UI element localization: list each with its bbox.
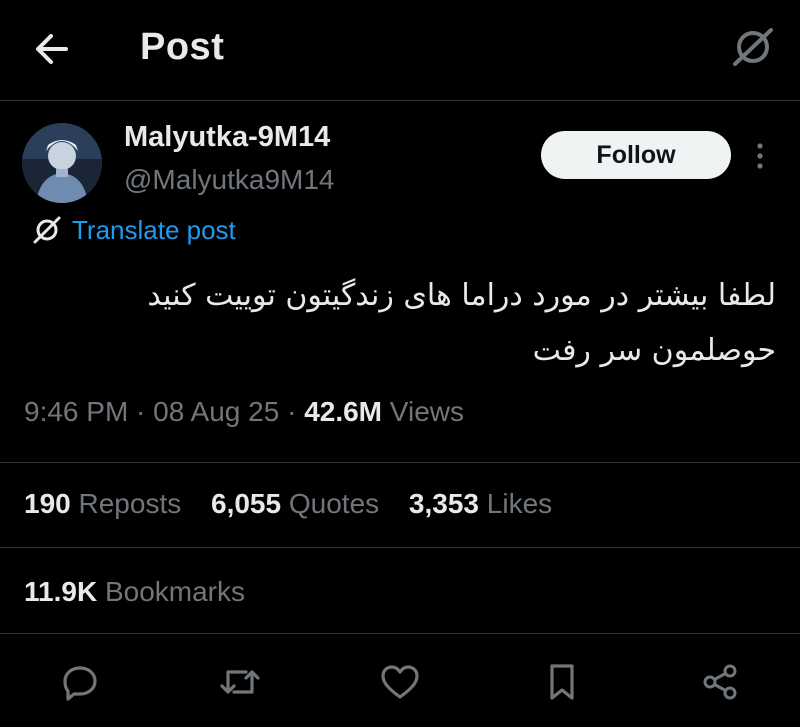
reposts-stat[interactable]: 190 Reposts (24, 488, 181, 519)
translate-button[interactable] (728, 24, 778, 70)
post-text-line: لطفا بیشتر در مورد دراما های زندگیتون تو… (147, 278, 776, 313)
likes-label: Likes (486, 488, 553, 519)
bookmark-button[interactable] (540, 660, 584, 704)
bookmarks-stat[interactable]: 11.9K Bookmarks (24, 576, 245, 608)
post-meta: 9:46 PM · 08 Aug 25 · 42.6M Views (24, 396, 464, 428)
author-handle[interactable]: @Malyutka9M14 (124, 164, 335, 196)
share-icon (703, 664, 737, 700)
reposts-count: 190 (24, 488, 71, 519)
like-icon (381, 665, 419, 699)
follow-button[interactable]: Follow (541, 131, 731, 179)
quotes-count: 6,055 (211, 488, 282, 519)
stats-divider (0, 547, 800, 548)
translate-icon (733, 28, 773, 66)
views-count: 42.6M (304, 396, 383, 427)
more-options-button[interactable] (748, 140, 772, 172)
likes-stat[interactable]: 3,353 Likes (409, 488, 552, 519)
quotes-label: Quotes (288, 488, 380, 519)
translate-icon (33, 216, 61, 244)
bookmarks-label: Bookmarks (104, 576, 245, 607)
repost-button[interactable] (218, 660, 262, 704)
post-text-line: حوصلمون سر رفت (532, 333, 776, 368)
post-date[interactable]: 08 Aug 25 (153, 396, 279, 427)
header-divider (0, 100, 800, 101)
translate-post-link[interactable]: Translate post (30, 214, 236, 246)
reposts-label: Reposts (78, 488, 182, 519)
reply-button[interactable] (58, 660, 102, 704)
post-text: لطفا بیشتر در مورد دراما های زندگیتون تو… (16, 268, 776, 378)
likes-count: 3,353 (408, 488, 479, 519)
meta-separator: · (279, 396, 305, 427)
repost-icon (220, 670, 260, 694)
avatar[interactable] (22, 123, 102, 203)
author-name[interactable]: Malyutka-9M14 (124, 121, 330, 154)
bookmarks-divider (0, 633, 800, 634)
arrow-left-icon (36, 34, 68, 64)
engagement-stats: 190 Reposts 6,055 Quotes 3,353 Likes (24, 488, 574, 520)
views-label: Views (389, 396, 464, 427)
bookmarks-count: 11.9K (24, 576, 98, 607)
meta-separator: · (128, 396, 154, 427)
quotes-stat[interactable]: 6,055 Quotes (211, 488, 379, 519)
translate-post-label: Translate post (72, 214, 236, 245)
reply-icon (63, 666, 97, 701)
page-title: Post (140, 26, 225, 68)
avatar-image (22, 123, 102, 203)
like-button[interactable] (378, 660, 422, 704)
post-time[interactable]: 9:46 PM (24, 396, 128, 427)
back-button[interactable] (26, 24, 76, 74)
share-button[interactable] (698, 660, 742, 704)
more-vertical-icon (757, 143, 763, 169)
meta-divider (0, 462, 800, 463)
bookmark-icon (550, 664, 574, 700)
